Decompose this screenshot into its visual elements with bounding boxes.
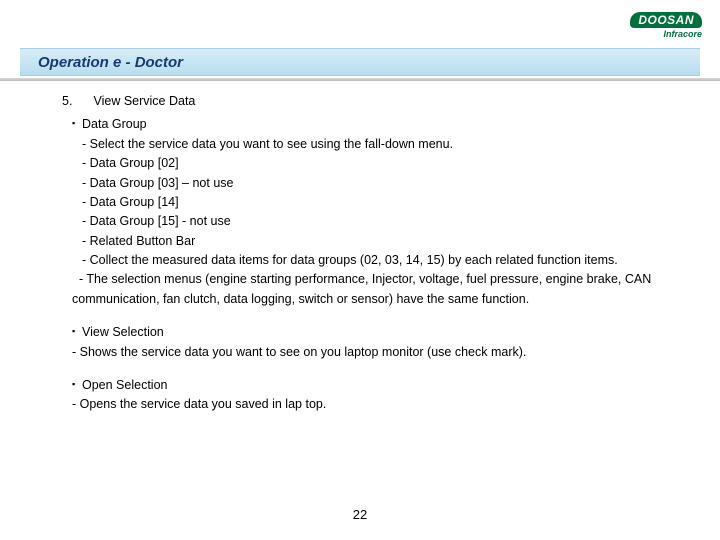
title-pre: Operation — [38, 54, 113, 71]
section-title: View Service Data — [93, 94, 195, 108]
title-bar: Operation e - Doctor — [20, 48, 700, 76]
section-heading: 5. View Service Data — [62, 92, 680, 111]
data-group-line: - Data Group [14] — [72, 193, 680, 212]
data-group-line: - Collect the measured data items for da… — [72, 251, 680, 270]
data-group-line: - Select the service data you want to se… — [72, 135, 680, 154]
brand-logo: DOOSAN Infracore — [630, 12, 702, 39]
view-selection-heading: View Selection — [72, 323, 680, 342]
page-number: 22 — [0, 507, 720, 522]
page-title: Operation e - Doctor — [38, 54, 183, 71]
view-selection-block: View Selection - Shows the service data … — [72, 323, 680, 362]
data-group-line: - Data Group [15] - not use — [72, 212, 680, 231]
open-selection-heading: Open Selection — [72, 376, 680, 395]
view-selection-line: - Shows the service data you want to see… — [72, 343, 680, 362]
data-group-line: - Related Button Bar — [72, 232, 680, 251]
body-content: 5. View Service Data Data Group - Select… — [62, 92, 680, 415]
title-underline — [0, 78, 720, 81]
data-group-line: - Data Group [02] — [72, 154, 680, 173]
logo-sub: Infracore — [630, 30, 702, 39]
logo-main: DOOSAN — [630, 12, 702, 28]
title-post: - Doctor — [121, 54, 183, 71]
open-selection-line: - Opens the service data you saved in la… — [72, 395, 680, 414]
data-group-block: Data Group - Select the service data you… — [72, 115, 680, 309]
open-selection-block: Open Selection - Opens the service data … — [72, 376, 680, 415]
data-group-heading: Data Group — [72, 115, 680, 134]
section-number: 5. — [62, 92, 90, 111]
data-group-line: - Data Group [03] – not use — [72, 174, 680, 193]
data-group-note: - The selection menus (engine starting p… — [72, 270, 680, 309]
